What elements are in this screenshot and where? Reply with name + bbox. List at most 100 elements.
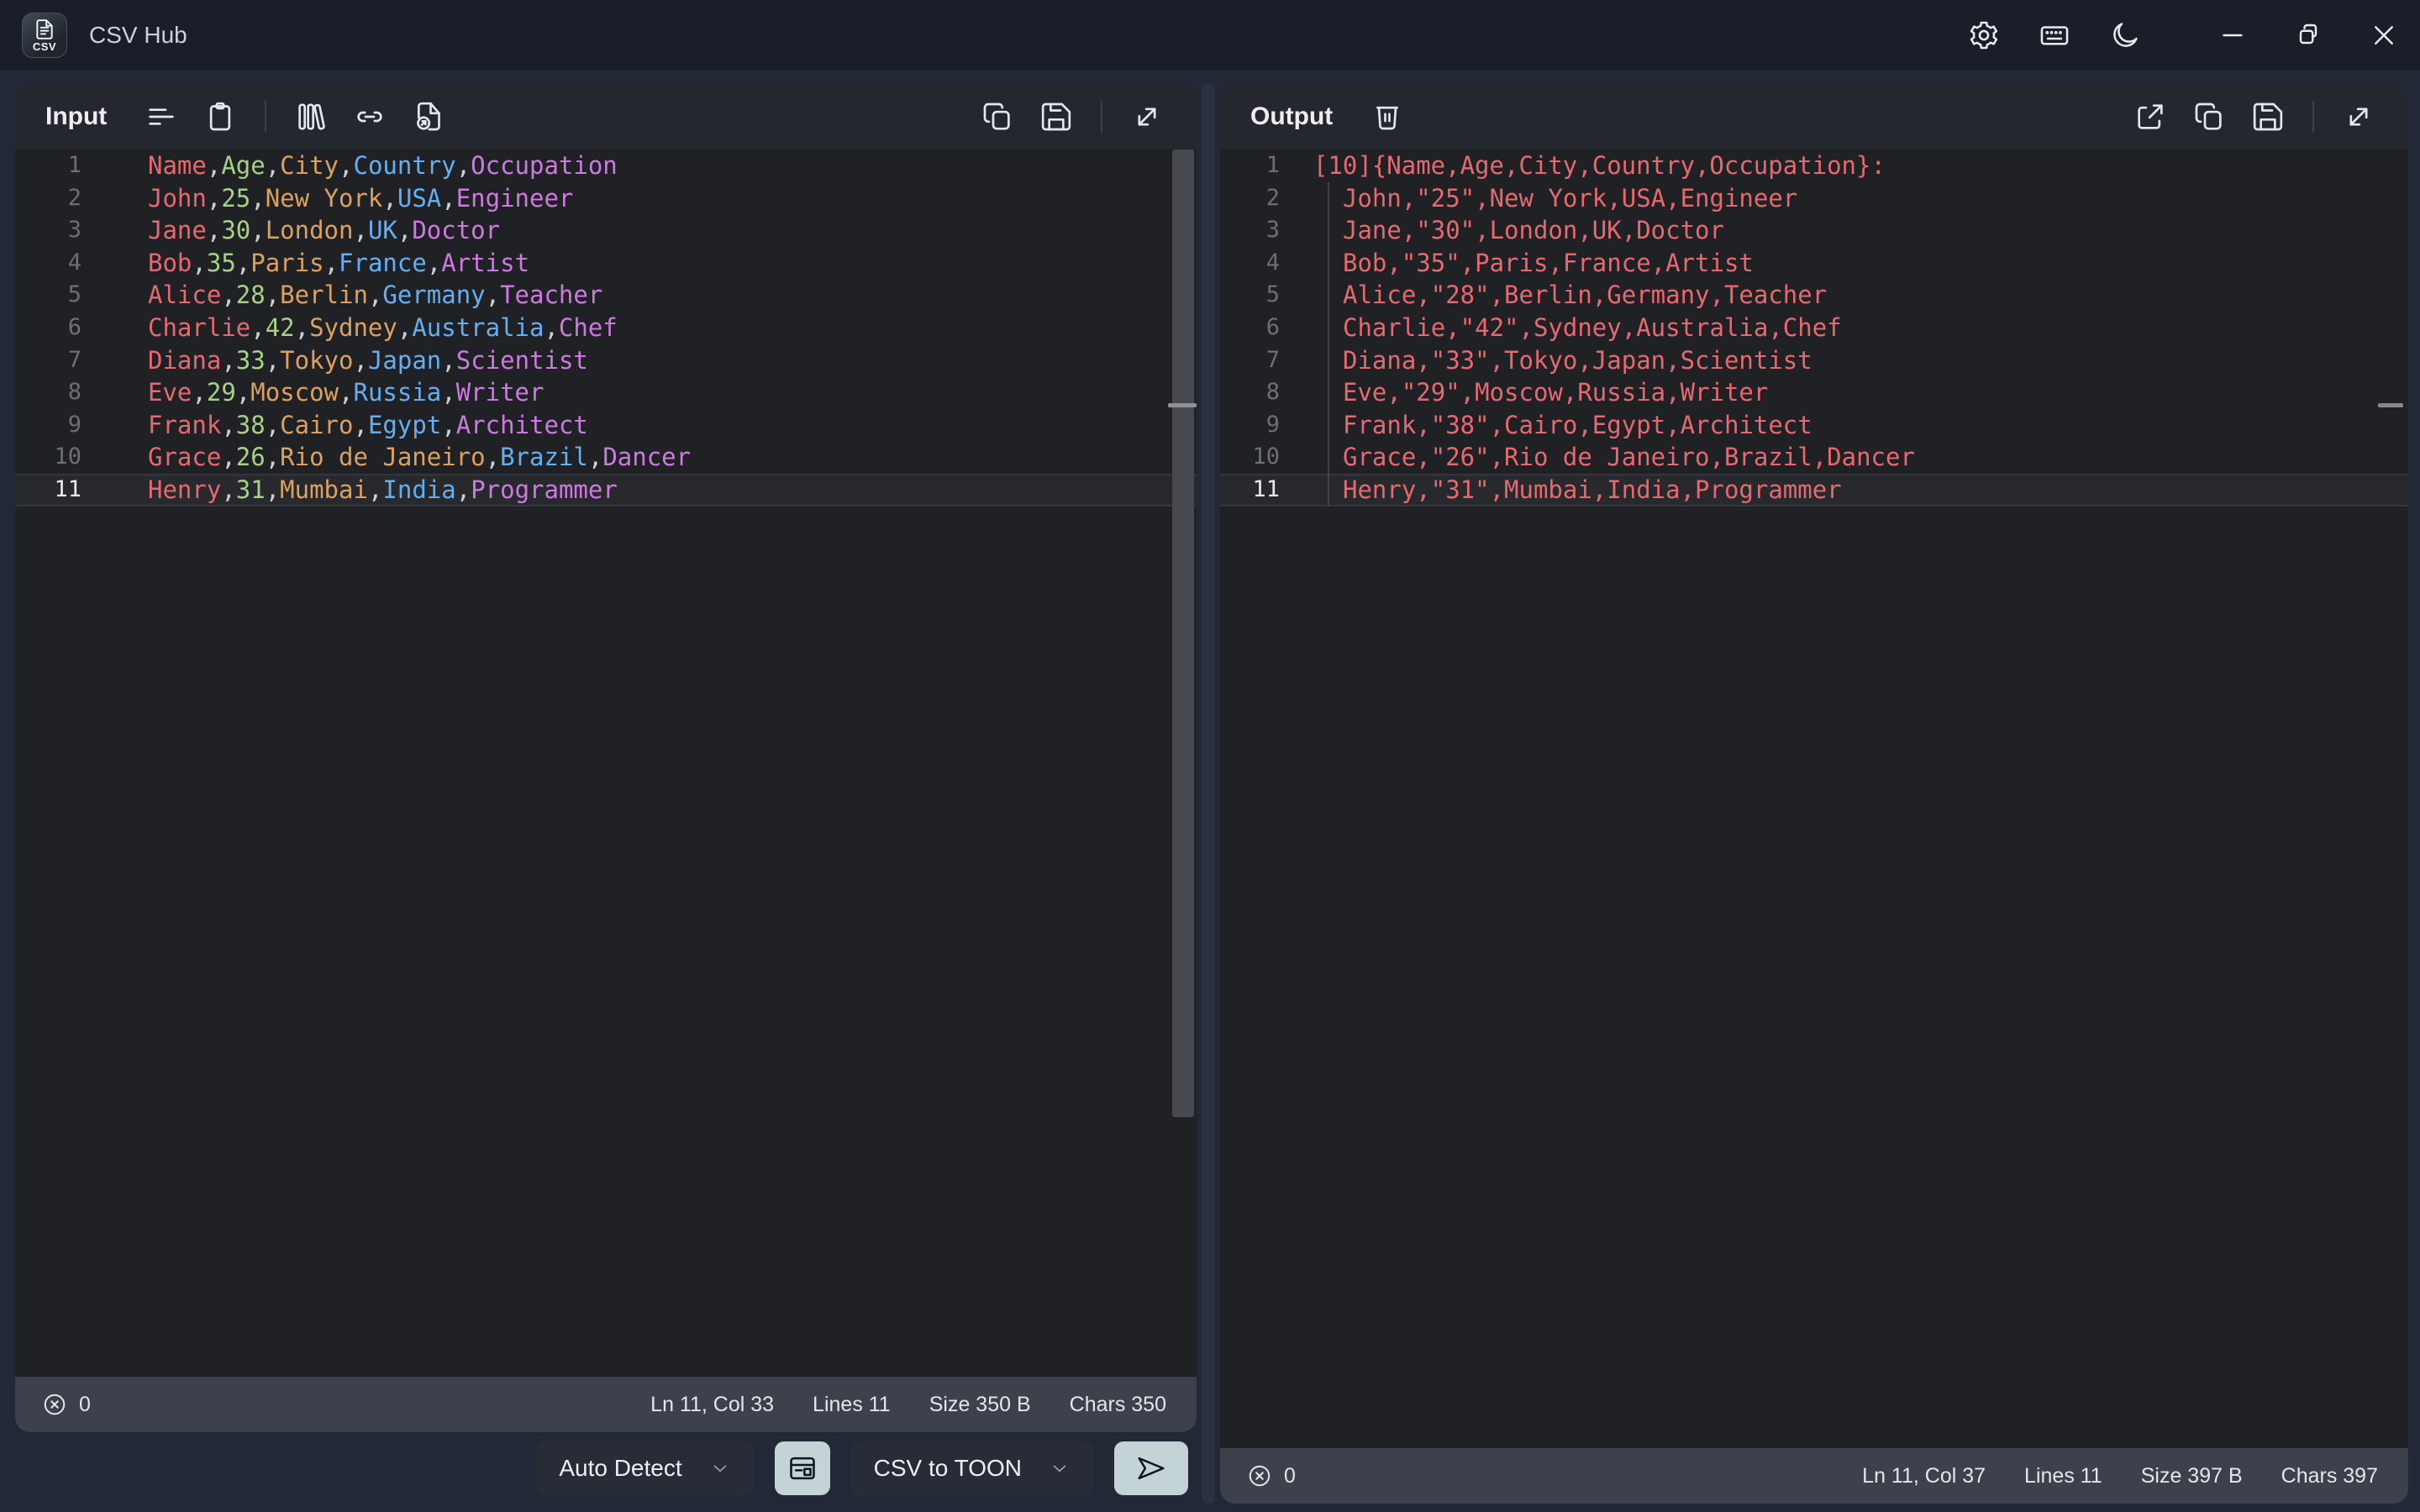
app-window: CSV CSV Hub bbox=[0, 0, 2420, 1512]
code-line-4[interactable]: 4Bob,"35",Paris,France,Artist bbox=[1220, 247, 2408, 280]
link-icon bbox=[353, 100, 387, 134]
conversion-controls: Auto Detect bbox=[15, 1441, 1197, 1496]
toolbar-separator bbox=[265, 101, 266, 133]
code-line-1[interactable]: 1Name,Age,City,Country,Occupation bbox=[15, 150, 1197, 182]
line-number: 11 bbox=[15, 474, 103, 507]
conversion-mode-select[interactable]: CSV to TOON bbox=[850, 1441, 1094, 1495]
load-file-button[interactable] bbox=[404, 92, 453, 141]
input-toolbar: Input bbox=[15, 84, 1197, 150]
library-button[interactable] bbox=[287, 92, 335, 141]
code-line-7[interactable]: 7Diana,"33",Tokyo,Japan,Scientist bbox=[1220, 344, 2408, 377]
sample-data-button[interactable] bbox=[137, 92, 186, 141]
code-line-9[interactable]: 9Frank,38,Cairo,Egypt,Architect bbox=[15, 409, 1197, 442]
code-line-5[interactable]: 5Alice,"28",Berlin,Germany,Teacher bbox=[1220, 279, 2408, 312]
code-line-2[interactable]: 2John,"25",New York,USA,Engineer bbox=[1220, 182, 2408, 215]
toon-line-text: Henry,"31",Mumbai,India,Programmer bbox=[1302, 474, 1842, 507]
copy-output-button[interactable] bbox=[2185, 92, 2233, 141]
code-line-4[interactable]: 4Bob,35,Paris,France,Artist bbox=[15, 247, 1197, 280]
share-icon bbox=[2133, 100, 2167, 134]
close-icon bbox=[2369, 20, 2399, 50]
app-logo-icon: CSV bbox=[22, 13, 67, 58]
minimize-button[interactable] bbox=[2208, 11, 2257, 60]
panel-resizer[interactable] bbox=[1202, 84, 1215, 1504]
input-line-count: Lines 11 bbox=[813, 1393, 891, 1417]
input-panel: Input bbox=[15, 84, 1197, 1432]
clipboard-paste-icon bbox=[203, 100, 237, 134]
trash-icon bbox=[1370, 100, 1404, 134]
code-line-3[interactable]: 3Jane,"30",London,UK,Doctor bbox=[1220, 214, 2408, 247]
code-line-1[interactable]: 1[10]{Name,Age,City,Country,Occupation}: bbox=[1220, 150, 2408, 182]
clear-output-button[interactable] bbox=[1363, 92, 1412, 141]
code-line-5[interactable]: 5Alice,28,Berlin,Germany,Teacher bbox=[15, 279, 1197, 312]
toon-line-text: John,"25",New York,USA,Engineer bbox=[1302, 182, 1797, 215]
line-number: 1 bbox=[15, 150, 103, 182]
copy-input-button[interactable] bbox=[973, 92, 1022, 141]
minimize-icon bbox=[2217, 20, 2248, 50]
code-line-11[interactable]: 11Henry,31,Mumbai,India,Programmer bbox=[15, 474, 1197, 507]
code-line-9[interactable]: 9Frank,"38",Cairo,Egypt,Architect bbox=[1220, 409, 2408, 442]
line-number: 5 bbox=[1220, 279, 1302, 312]
code-line-8[interactable]: 8Eve,"29",Moscow,Russia,Writer bbox=[1220, 376, 2408, 409]
output-cursor-position: Ln 11, Col 37 bbox=[1862, 1464, 1986, 1488]
input-char-count: Chars 350 bbox=[1070, 1393, 1166, 1417]
output-statusbar: 0 Ln 11, Col 37 Lines 11 Size 397 B Char… bbox=[1220, 1448, 2408, 1504]
toolbar-separator bbox=[1101, 101, 1102, 133]
code-line-10[interactable]: 10Grace,26,Rio de Janeiro,Brazil,Dancer bbox=[15, 441, 1197, 474]
input-scrollbar-thumb[interactable] bbox=[1172, 150, 1194, 1117]
output-toolbar: Output bbox=[1220, 84, 2408, 150]
paste-button[interactable] bbox=[196, 92, 245, 141]
conversion-mode-value: CSV to TOON bbox=[874, 1455, 1022, 1482]
line-number: 2 bbox=[1220, 182, 1302, 215]
copy-icon bbox=[2192, 100, 2226, 134]
code-line-11[interactable]: 11Henry,"31",Mumbai,India,Programmer bbox=[1220, 474, 2408, 507]
output-line-count: Lines 11 bbox=[2024, 1464, 2102, 1488]
input-cursor-scroll-marker bbox=[1168, 403, 1197, 407]
file-export-icon bbox=[412, 100, 445, 134]
output-editor[interactable]: 1[10]{Name,Age,City,Country,Occupation}:… bbox=[1220, 150, 2408, 1448]
error-count-icon bbox=[42, 1392, 67, 1417]
input-editor[interactable]: 1Name,Age,City,Country,Occupation2John,2… bbox=[15, 150, 1197, 1377]
csv-line-text: Bob,35,Paris,France,Artist bbox=[103, 247, 529, 280]
table-view-button[interactable] bbox=[775, 1441, 830, 1495]
code-line-2[interactable]: 2John,25,New York,USA,Engineer bbox=[15, 182, 1197, 215]
theme-toggle-button[interactable] bbox=[2101, 11, 2149, 60]
line-number: 4 bbox=[15, 247, 103, 280]
indent-guide bbox=[1328, 182, 1329, 507]
expand-output-button[interactable] bbox=[2334, 92, 2383, 141]
input-cursor-position: Ln 11, Col 33 bbox=[650, 1393, 774, 1417]
code-line-3[interactable]: 3Jane,30,London,UK,Doctor bbox=[15, 214, 1197, 247]
link-button[interactable] bbox=[345, 92, 394, 141]
line-number: 1 bbox=[1220, 150, 1302, 182]
share-output-button[interactable] bbox=[2126, 92, 2175, 141]
code-line-8[interactable]: 8Eve,29,Moscow,Russia,Writer bbox=[15, 376, 1197, 409]
input-format-select[interactable]: Auto Detect bbox=[535, 1441, 754, 1495]
line-number: 4 bbox=[1220, 247, 1302, 280]
expand-input-button[interactable] bbox=[1123, 92, 1171, 141]
save-input-button[interactable] bbox=[1032, 92, 1081, 141]
input-size: Size 350 B bbox=[929, 1393, 1031, 1417]
keyboard-icon bbox=[2039, 19, 2070, 51]
code-line-7[interactable]: 7Diana,33,Tokyo,Japan,Scientist bbox=[15, 344, 1197, 377]
settings-button[interactable] bbox=[1960, 11, 2008, 60]
close-button[interactable] bbox=[2360, 11, 2408, 60]
expand-icon bbox=[2342, 100, 2375, 134]
toon-line-text: Bob,"35",Paris,France,Artist bbox=[1302, 247, 1754, 280]
line-number: 10 bbox=[1220, 441, 1302, 474]
code-line-10[interactable]: 10Grace,"26",Rio de Janeiro,Brazil,Dance… bbox=[1220, 441, 2408, 474]
chevron-down-icon bbox=[1049, 1457, 1071, 1479]
maximize-restore-button[interactable] bbox=[2284, 11, 2333, 60]
code-line-6[interactable]: 6Charlie,"42",Sydney,Australia,Chef bbox=[1220, 312, 2408, 344]
keyboard-shortcuts-button[interactable] bbox=[2030, 11, 2079, 60]
input-panel-title: Input bbox=[45, 102, 107, 131]
convert-button[interactable] bbox=[1114, 1441, 1188, 1495]
titlebar-actions bbox=[1960, 11, 2149, 60]
code-line-6[interactable]: 6Charlie,42,Sydney,Australia,Chef bbox=[15, 312, 1197, 344]
restore-icon bbox=[2293, 20, 2323, 50]
expand-icon bbox=[1130, 100, 1164, 134]
line-number: 3 bbox=[1220, 214, 1302, 247]
toon-line-text: Alice,"28",Berlin,Germany,Teacher bbox=[1302, 279, 1827, 312]
save-output-button[interactable] bbox=[2244, 92, 2292, 141]
sample-text-icon bbox=[145, 100, 178, 134]
line-number: 2 bbox=[15, 182, 103, 215]
chevron-down-icon bbox=[709, 1457, 731, 1479]
